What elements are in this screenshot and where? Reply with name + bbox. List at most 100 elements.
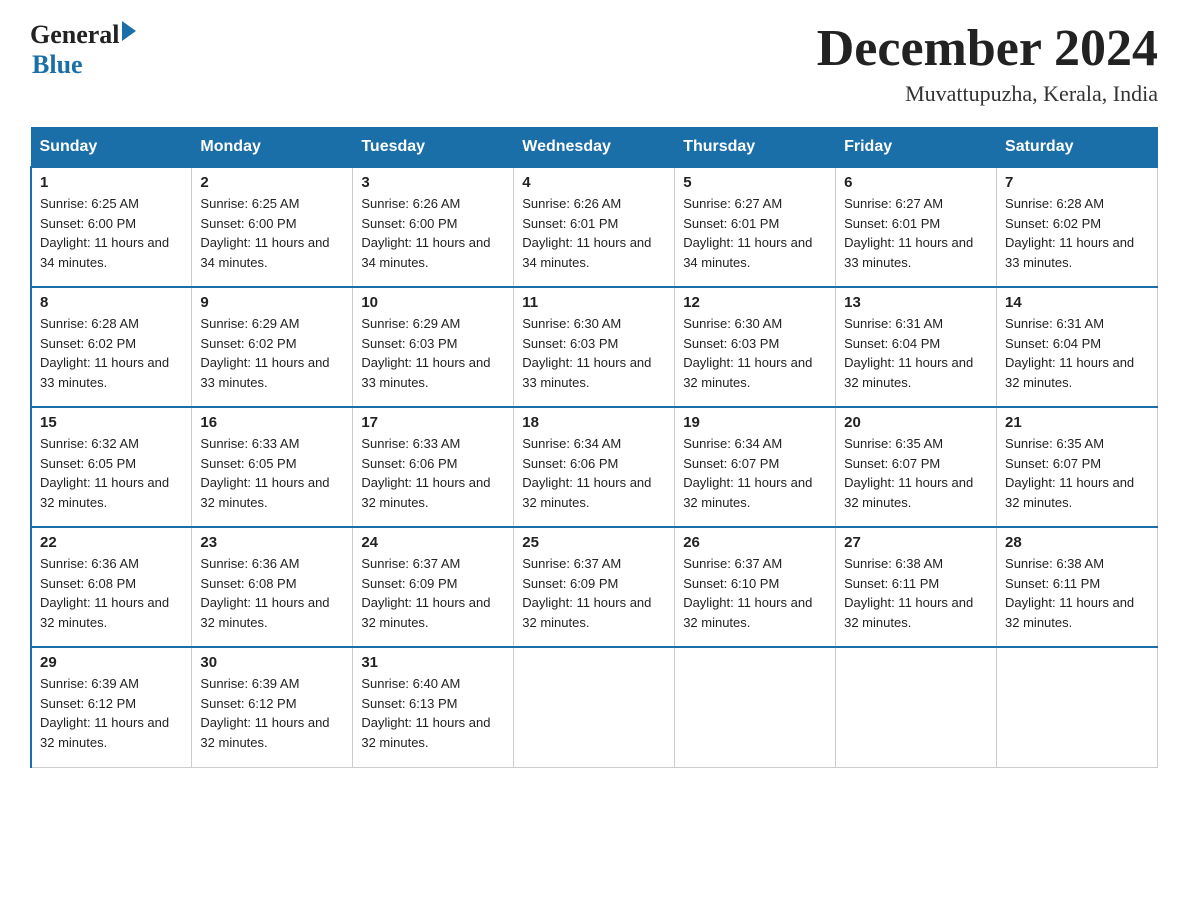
day-number: 10 <box>361 294 505 311</box>
day-cell: 19Sunrise: 6:34 AMSunset: 6:07 PMDayligh… <box>675 407 836 527</box>
day-number: 20 <box>844 414 988 431</box>
logo-blue: Blue <box>32 50 83 79</box>
day-number: 12 <box>683 294 827 311</box>
week-row-4: 22 Sunrise: 6:36 AMSunset: 6:08 PMDayligh… <box>31 527 1158 647</box>
day-info: Sunrise: 6:33 AMSunset: 6:06 PMDaylight:… <box>361 436 490 510</box>
day-number: 30 <box>200 654 344 671</box>
day-cell: 30 Sunrise: 6:39 AMSunset: 6:12 PMDayligh… <box>192 647 353 767</box>
day-cell: 1 Sunrise: 6:25 AMSunset: 6:00 PMDaylight… <box>31 167 192 287</box>
day-cell: 14 Sunrise: 6:31 AMSunset: 6:04 PMDayligh… <box>997 287 1158 407</box>
day-info: Sunrise: 6:33 AMSunset: 6:05 PMDaylight:… <box>200 436 329 510</box>
day-info: Sunrise: 6:27 AMSunset: 6:01 PMDaylight:… <box>683 196 812 270</box>
day-cell: 28 Sunrise: 6:38 AMSunset: 6:11 PMDayligh… <box>997 527 1158 647</box>
logo-general: General <box>30 20 120 50</box>
day-info: Sunrise: 6:35 AMSunset: 6:07 PMDaylight:… <box>844 436 973 510</box>
day-info: Sunrise: 6:40 AMSunset: 6:13 PMDaylight:… <box>361 676 490 750</box>
day-info: Sunrise: 6:32 AMSunset: 6:05 PMDaylight:… <box>40 436 169 510</box>
day-cell: 9 Sunrise: 6:29 AMSunset: 6:02 PMDaylight… <box>192 287 353 407</box>
header-cell-sunday: Sunday <box>31 128 192 168</box>
day-info: Sunrise: 6:36 AMSunset: 6:08 PMDaylight:… <box>200 556 329 630</box>
month-title: December 2024 <box>817 20 1158 77</box>
day-info: Sunrise: 6:29 AMSunset: 6:02 PMDaylight:… <box>200 316 329 390</box>
day-number: 2 <box>200 174 344 191</box>
title-block: December 2024 Muvattupuzha, Kerala, Indi… <box>817 20 1158 107</box>
day-info: Sunrise: 6:37 AMSunset: 6:10 PMDaylight:… <box>683 556 812 630</box>
day-info: Sunrise: 6:39 AMSunset: 6:12 PMDaylight:… <box>200 676 329 750</box>
day-info: Sunrise: 6:34 AMSunset: 6:07 PMDaylight:… <box>683 436 812 510</box>
day-cell <box>836 647 997 767</box>
day-number: 21 <box>1005 414 1149 431</box>
day-number: 11 <box>522 294 666 311</box>
day-cell: 26 Sunrise: 6:37 AMSunset: 6:10 PMDayligh… <box>675 527 836 647</box>
day-number: 22 <box>40 534 183 551</box>
day-info: Sunrise: 6:36 AMSunset: 6:08 PMDaylight:… <box>40 556 169 630</box>
day-number: 14 <box>1005 294 1149 311</box>
day-cell: 3 Sunrise: 6:26 AMSunset: 6:00 PMDaylight… <box>353 167 514 287</box>
day-cell: 6Sunrise: 6:27 AMSunset: 6:01 PMDaylight… <box>836 167 997 287</box>
header-cell-thursday: Thursday <box>675 128 836 168</box>
day-cell <box>997 647 1158 767</box>
day-number: 13 <box>844 294 988 311</box>
day-info: Sunrise: 6:27 AMSunset: 6:01 PMDaylight:… <box>844 196 973 270</box>
day-cell <box>675 647 836 767</box>
day-cell: 17 Sunrise: 6:33 AMSunset: 6:06 PMDayligh… <box>353 407 514 527</box>
day-cell: 4 Sunrise: 6:26 AMSunset: 6:01 PMDaylight… <box>514 167 675 287</box>
day-cell: 2Sunrise: 6:25 AMSunset: 6:00 PMDaylight… <box>192 167 353 287</box>
logo-arrow-icon <box>122 21 136 41</box>
day-number: 18 <box>522 414 666 431</box>
day-cell: 15Sunrise: 6:32 AMSunset: 6:05 PMDayligh… <box>31 407 192 527</box>
day-number: 4 <box>522 174 666 191</box>
header-cell-tuesday: Tuesday <box>353 128 514 168</box>
day-number: 29 <box>40 654 183 671</box>
day-info: Sunrise: 6:35 AMSunset: 6:07 PMDaylight:… <box>1005 436 1134 510</box>
day-number: 1 <box>40 174 183 191</box>
day-cell: 22 Sunrise: 6:36 AMSunset: 6:08 PMDayligh… <box>31 527 192 647</box>
day-info: Sunrise: 6:31 AMSunset: 6:04 PMDaylight:… <box>844 316 973 390</box>
day-info: Sunrise: 6:28 AMSunset: 6:02 PMDaylight:… <box>1005 196 1134 270</box>
day-info: Sunrise: 6:37 AMSunset: 6:09 PMDaylight:… <box>522 556 651 630</box>
day-info: Sunrise: 6:30 AMSunset: 6:03 PMDaylight:… <box>522 316 651 390</box>
day-number: 16 <box>200 414 344 431</box>
day-cell: 29Sunrise: 6:39 AMSunset: 6:12 PMDayligh… <box>31 647 192 767</box>
page-header: General Blue December 2024 Muvattupuzha,… <box>30 20 1158 107</box>
day-number: 3 <box>361 174 505 191</box>
week-row-2: 8Sunrise: 6:28 AMSunset: 6:02 PMDaylight… <box>31 287 1158 407</box>
header-cell-saturday: Saturday <box>997 128 1158 168</box>
day-cell: 10Sunrise: 6:29 AMSunset: 6:03 PMDayligh… <box>353 287 514 407</box>
week-row-5: 29 Sunrise: 6:39 AMSunset: 6:12 PMDayligh… <box>31 647 1158 767</box>
day-cell: 23Sunrise: 6:36 AMSunset: 6:08 PMDayligh… <box>192 527 353 647</box>
day-info: Sunrise: 6:26 AMSunset: 6:01 PMDaylight:… <box>522 196 651 270</box>
day-cell: 27 Sunrise: 6:38 AMSunset: 6:11 PMDayligh… <box>836 527 997 647</box>
day-cell: 16 Sunrise: 6:33 AMSunset: 6:05 PMDayligh… <box>192 407 353 527</box>
header-row: SundayMondayTuesdayWednesdayThursdayFrid… <box>31 128 1158 168</box>
header-cell-wednesday: Wednesday <box>514 128 675 168</box>
calendar-body: 1 Sunrise: 6:25 AMSunset: 6:00 PMDaylight… <box>31 167 1158 767</box>
day-number: 27 <box>844 534 988 551</box>
header-cell-friday: Friday <box>836 128 997 168</box>
logo: General Blue <box>30 20 136 80</box>
day-info: Sunrise: 6:25 AMSunset: 6:00 PMDaylight:… <box>40 196 169 270</box>
day-info: Sunrise: 6:34 AMSunset: 6:06 PMDaylight:… <box>522 436 651 510</box>
day-cell: 13 Sunrise: 6:31 AMSunset: 6:04 PMDayligh… <box>836 287 997 407</box>
calendar-header: SundayMondayTuesdayWednesdayThursdayFrid… <box>31 128 1158 168</box>
day-cell: 11 Sunrise: 6:30 AMSunset: 6:03 PMDayligh… <box>514 287 675 407</box>
day-number: 17 <box>361 414 505 431</box>
day-info: Sunrise: 6:30 AMSunset: 6:03 PMDaylight:… <box>683 316 812 390</box>
day-cell: 24Sunrise: 6:37 AMSunset: 6:09 PMDayligh… <box>353 527 514 647</box>
day-info: Sunrise: 6:38 AMSunset: 6:11 PMDaylight:… <box>1005 556 1134 630</box>
day-cell: 25 Sunrise: 6:37 AMSunset: 6:09 PMDayligh… <box>514 527 675 647</box>
calendar-table: SundayMondayTuesdayWednesdayThursdayFrid… <box>30 127 1158 768</box>
day-info: Sunrise: 6:38 AMSunset: 6:11 PMDaylight:… <box>844 556 973 630</box>
day-number: 24 <box>361 534 505 551</box>
day-number: 28 <box>1005 534 1149 551</box>
day-cell: 12 Sunrise: 6:30 AMSunset: 6:03 PMDayligh… <box>675 287 836 407</box>
day-info: Sunrise: 6:31 AMSunset: 6:04 PMDaylight:… <box>1005 316 1134 390</box>
day-number: 9 <box>200 294 344 311</box>
day-number: 7 <box>1005 174 1149 191</box>
day-info: Sunrise: 6:26 AMSunset: 6:00 PMDaylight:… <box>361 196 490 270</box>
day-cell <box>514 647 675 767</box>
day-number: 26 <box>683 534 827 551</box>
day-cell: 20 Sunrise: 6:35 AMSunset: 6:07 PMDayligh… <box>836 407 997 527</box>
day-number: 25 <box>522 534 666 551</box>
day-cell: 21 Sunrise: 6:35 AMSunset: 6:07 PMDayligh… <box>997 407 1158 527</box>
